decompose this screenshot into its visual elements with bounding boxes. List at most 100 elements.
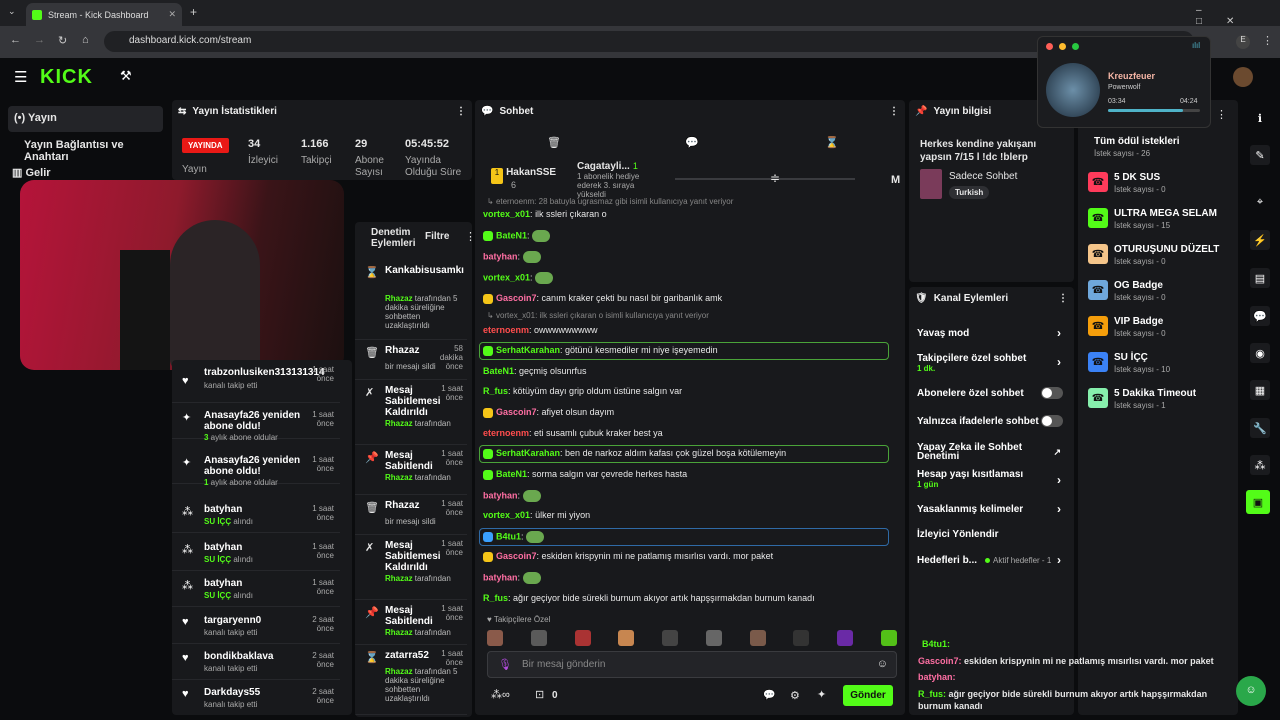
minimize-dot-icon[interactable] — [1059, 43, 1066, 50]
chat-username[interactable]: R_fus — [483, 593, 508, 603]
tab-search-icon[interactable]: ⌄ — [8, 6, 16, 17]
chat-username[interactable]: BateN1 — [496, 230, 527, 240]
emote-icon[interactable] — [749, 630, 766, 646]
reward-row[interactable]: ☎SU İÇÇİstek sayısı - 10› — [1088, 352, 1250, 384]
points-icon[interactable]: ⁂ — [1250, 455, 1270, 475]
layout-icon[interactable]: ▦ — [1250, 380, 1270, 400]
window-controls[interactable]: –□✕ — [1196, 5, 1280, 27]
chat-username[interactable]: BateN1 — [483, 366, 514, 376]
mod-actor[interactable]: Rhazaz — [385, 574, 413, 583]
chat-message[interactable]: Gascoin7: eskiden krispynin mi ne patlam… — [483, 551, 773, 562]
chat-message[interactable]: R_fus: kötüyüm dayı grip oldum üstüne sa… — [483, 386, 682, 396]
ai-moderation-row[interactable]: Yapay Zeka ile Sohbet Denetimi ↗ — [909, 439, 1069, 465]
reward-row[interactable]: ☎OG Badgeİstek sayısı - 0› — [1088, 280, 1250, 312]
chat-message[interactable]: batyhan: — [483, 251, 541, 263]
menu-icon[interactable]: ⋮ — [1262, 34, 1273, 47]
chat-message[interactable]: Gascoin7: afiyet olsun dayım — [483, 407, 614, 418]
goals-row[interactable]: Hedefleri b... Aktif hedefler - 1 › — [909, 546, 1069, 574]
kick-logo[interactable]: KICK — [40, 66, 93, 89]
chat-message[interactable]: vortex_x01: ilk ssleri çıkaran o — [483, 209, 607, 219]
mod-actor[interactable]: Rhazaz — [385, 294, 413, 303]
emote-icon[interactable] — [880, 630, 897, 646]
filter-button[interactable]: Filtre — [425, 231, 449, 242]
maximize-dot-icon[interactable] — [1072, 43, 1079, 50]
more-icon[interactable]: ⋮ — [889, 106, 899, 117]
chat-username[interactable]: vortex_x01 — [483, 272, 530, 282]
chat-message[interactable]: batyhan: — [483, 572, 541, 584]
chat-message[interactable]: vortex_x01: ülker mi yiyon — [483, 510, 590, 520]
profile-icon[interactable]: E — [1236, 35, 1250, 49]
send-button[interactable]: Gönder — [843, 685, 893, 706]
mic-icon[interactable]: 🎙 — [498, 658, 512, 671]
gear-icon[interactable]: ⚙ — [790, 689, 800, 702]
chat-input[interactable]: 🎙 Bir mesaj gönderin ☺ — [487, 651, 897, 678]
chat-message[interactable]: B4tu1: — [483, 531, 545, 543]
emote-icon[interactable] — [705, 630, 722, 646]
address-bar[interactable]: dashboard.kick.com/stream — [104, 31, 1194, 52]
chat-bubble-icon[interactable]: 💬 — [685, 136, 699, 149]
sidebar-item-revenue[interactable]: ▥ Gelir — [12, 166, 51, 179]
reward-row[interactable]: ☎OTURUŞUNU DÜZELTİstek sayısı - 0› — [1088, 244, 1250, 276]
followers-only-row[interactable]: Takipçilere özel sohbet 1 dk. › — [909, 349, 1069, 379]
broadcast-icon[interactable]: ◉ — [1250, 343, 1270, 363]
top-gifter-2[interactable]: Cagatayli... 1 1 abonelik hediye ederek … — [565, 160, 655, 199]
reward-row[interactable]: ☎5 DK SUSİstek sayısı - 0› — [1088, 172, 1250, 204]
sidebar-item-stream-key[interactable]: Yayın Bağlantısı ve Anahtarı — [24, 139, 168, 163]
track-progress-bar[interactable] — [1108, 109, 1200, 112]
home-icon[interactable]: ⌂ — [82, 34, 89, 46]
chat-username[interactable]: BateN1 — [496, 469, 527, 479]
category-name[interactable]: Sadece Sohbet — [949, 171, 1017, 182]
chat-message[interactable]: BateN1: geçmiş olsunrfus — [483, 366, 587, 376]
reward-row[interactable]: ☎ULTRA MEGA SELAMİstek sayısı - 15› — [1088, 208, 1250, 240]
points-icon[interactable]: ⁂∞ — [491, 688, 510, 701]
chat-message[interactable]: eternoenm: eti susamlı çubuk kraker best… — [483, 428, 663, 438]
avatar[interactable] — [1233, 67, 1253, 87]
reward-row[interactable]: ☎VIP Badgeİstek sayısı - 0› — [1088, 316, 1250, 348]
puzzle-icon[interactable]: ✦ — [817, 688, 826, 701]
chat-message[interactable]: SerhatKarahan: ben de narkoz aldım kafas… — [483, 448, 786, 459]
chat-username[interactable]: eternoenm — [483, 428, 529, 438]
chat-username[interactable]: vortex_x01 — [483, 209, 530, 219]
pencil-icon[interactable]: ✎ — [1250, 145, 1270, 165]
chat-message[interactable]: batyhan: — [483, 490, 541, 502]
emote-only-toggle[interactable] — [1041, 415, 1063, 427]
chat-username[interactable]: Gascoin7 — [496, 407, 537, 417]
more-icon[interactable]: ⋮ — [1058, 293, 1068, 304]
collapse-icon[interactable]: ≑ — [770, 171, 780, 185]
reward-row[interactable]: ☎5 Dakika Timeoutİstek sayısı - 1› — [1088, 388, 1250, 420]
emote-icon[interactable] — [574, 630, 591, 646]
emote-icon[interactable] — [618, 630, 635, 646]
tab-close-icon[interactable]: ✕ — [168, 9, 176, 20]
hourglass-icon[interactable]: ⌛ — [825, 136, 839, 149]
chat-username[interactable]: eternoenm — [483, 325, 529, 335]
chat-message[interactable]: vortex_x01: — [483, 272, 554, 284]
gift-icon[interactable]: ⊡ — [535, 688, 544, 701]
mod-actor[interactable]: Rhazaz — [385, 628, 413, 637]
banned-words-row[interactable]: Yasaklanmış kelimeler › — [909, 495, 1069, 523]
close-dot-icon[interactable] — [1046, 43, 1053, 50]
chat-username[interactable]: R_fus — [483, 386, 508, 396]
chat-icon[interactable]: 💬 — [1250, 306, 1270, 326]
more-icon[interactable]: ⋮ — [456, 106, 466, 117]
lightning-icon[interactable]: ⚡ — [1250, 230, 1270, 250]
all-requests-row[interactable]: Tüm ödül istekleriİstek sayısı - 26› — [1088, 136, 1250, 168]
new-tab-icon[interactable]: + — [190, 5, 197, 19]
plugin-icon[interactable]: ▣ — [1246, 490, 1270, 514]
viewer-redirect-row[interactable]: İzleyici Yönlendir — [909, 520, 1069, 548]
mod-actor[interactable]: Rhazaz — [385, 473, 413, 482]
support-chat-icon[interactable]: ☺ — [1236, 676, 1266, 706]
chat-username[interactable]: batyhan — [483, 490, 518, 500]
emoji-icon[interactable]: ☺ — [877, 658, 888, 670]
wrench-icon[interactable]: 🔧 — [1250, 418, 1270, 438]
chat-username[interactable]: B4tu1 — [496, 531, 521, 541]
chat-username[interactable]: SerhatKarahan — [496, 345, 560, 355]
browser-tab[interactable]: Stream - Kick Dashboard ✕ — [26, 3, 182, 26]
chat-username[interactable]: batyhan — [483, 572, 518, 582]
subs-only-row[interactable]: Abonelere özel sohbet — [909, 379, 1069, 407]
chat-username[interactable]: batyhan — [483, 251, 518, 261]
info-icon[interactable]: ℹ — [1250, 108, 1270, 128]
sidebar-item-stream[interactable]: (•) Yayın — [8, 106, 163, 132]
top-gifter-1[interactable]: 1 HakanSSE 6 — [491, 166, 556, 190]
chat-message[interactable]: eternoenm: owwwwwwwww — [483, 325, 598, 335]
mod-actor[interactable]: Rhazaz — [385, 419, 413, 428]
